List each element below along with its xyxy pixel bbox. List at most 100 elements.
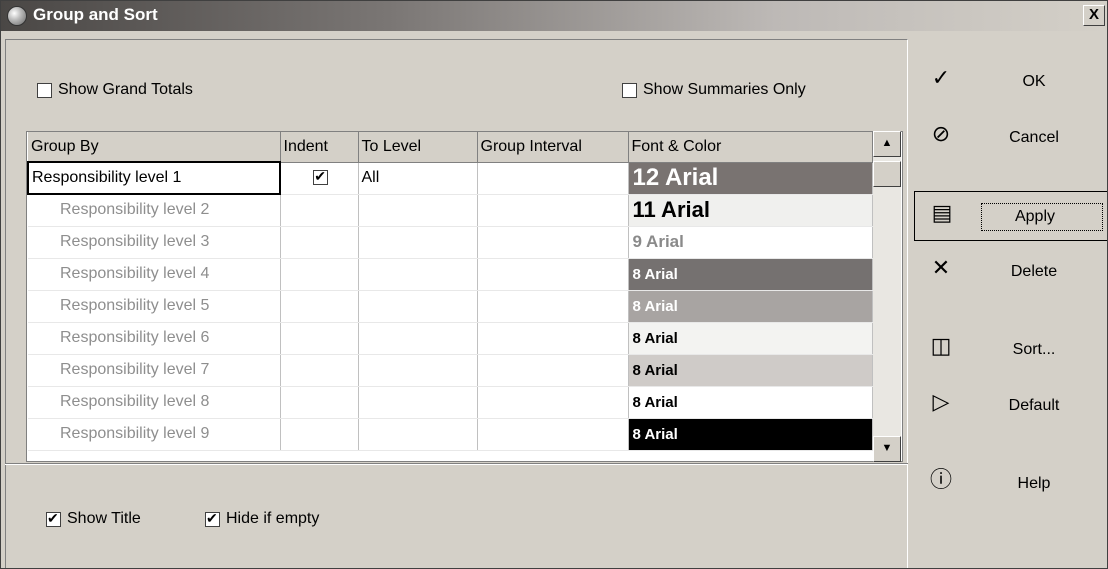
ok-button[interactable]: ✓ OK <box>914 57 1107 107</box>
indent-cell[interactable] <box>280 354 359 387</box>
cancel-button[interactable]: ⊘ Cancel <box>914 113 1107 163</box>
table-row[interactable]: Responsibility level 8 8 Arial <box>28 386 873 419</box>
play-triangle-icon: ▷ <box>932 389 950 414</box>
scroll-thumb[interactable] <box>873 161 901 187</box>
apply-button[interactable]: ▤ Apply <box>914 191 1107 241</box>
cancel-label: Cancel <box>1009 129 1059 146</box>
font-color-cell[interactable]: 9 Arial <box>628 226 873 259</box>
default-button[interactable]: ▷ Default <box>914 381 1107 431</box>
group-interval-cell[interactable] <box>477 258 629 291</box>
table-row[interactable]: Responsibility level 4 8 Arial <box>28 258 873 291</box>
show-title-label: Show Title <box>67 510 141 527</box>
to-level-cell[interactable] <box>358 258 478 291</box>
close-button[interactable]: X <box>1083 5 1105 26</box>
font-color-cell[interactable]: 8 Arial <box>628 258 873 291</box>
sort-label: Sort... <box>1012 341 1056 358</box>
indent-checkbox[interactable] <box>313 168 329 186</box>
delete-button[interactable]: ✕ Delete <box>914 247 1107 297</box>
font-color-cell[interactable]: 8 Arial <box>628 418 873 451</box>
show-summaries-only-checkbox[interactable]: Show Summaries Only <box>622 81 806 99</box>
font-color-cell[interactable]: 11 Arial <box>628 194 873 227</box>
table-row[interactable]: Responsibility level 7 8 Arial <box>28 354 873 387</box>
column-header-indent[interactable]: Indent <box>280 132 359 163</box>
group-interval-cell[interactable] <box>477 194 629 227</box>
checkbox-box[interactable] <box>205 510 220 527</box>
group-by-cell[interactable]: Responsibility level 6 <box>28 322 281 355</box>
help-button[interactable]: ⓘ Help <box>914 459 1107 509</box>
delete-label: Delete <box>1010 263 1058 280</box>
group-by-cell[interactable]: Responsibility level 2 <box>28 194 281 227</box>
indent-cell[interactable] <box>280 194 359 227</box>
checkmark-icon: ✓ <box>931 65 951 90</box>
show-title-checkbox[interactable]: Show Title <box>46 510 141 528</box>
font-color-cell[interactable]: 12 Arial <box>628 162 873 195</box>
to-level-cell[interactable] <box>358 194 478 227</box>
group-interval-cell[interactable] <box>477 322 629 355</box>
group-interval-cell[interactable] <box>477 226 629 259</box>
no-entry-icon: ⊘ <box>931 121 951 146</box>
scroll-down-button[interactable]: ▼ <box>873 436 901 462</box>
to-level-cell[interactable] <box>358 418 478 451</box>
group-and-sort-dialog: Group and Sort X Show Grand Totals Show … <box>0 0 1108 569</box>
column-header-font-color[interactable]: Font & Color <box>628 132 873 163</box>
indent-cell[interactable] <box>280 290 359 323</box>
hide-if-empty-label: Hide if empty <box>226 510 320 527</box>
table-row[interactable]: Responsibility level 5 8 Arial <box>28 290 873 323</box>
scroll-up-button[interactable]: ▲ <box>873 131 901 157</box>
group-grid: Group By Indent To Level Group Interval … <box>26 131 903 462</box>
group-interval-cell[interactable] <box>477 386 629 419</box>
apply-label: Apply <box>1014 208 1056 225</box>
group-interval-cell[interactable] <box>477 418 629 451</box>
table-row[interactable]: Responsibility level 9 8 Arial <box>28 418 873 451</box>
title-bar: Group and Sort X <box>1 1 1107 31</box>
group-by-cell[interactable]: Responsibility level 1 <box>27 161 281 195</box>
column-header-to-level[interactable]: To Level <box>358 132 478 163</box>
group-by-cell[interactable]: Responsibility level 7 <box>28 354 281 387</box>
font-color-cell[interactable]: 8 Arial <box>628 290 873 323</box>
x-icon: ✕ <box>931 255 951 280</box>
to-level-cell[interactable] <box>358 386 478 419</box>
table-row[interactable]: Responsibility level 3 9 Arial <box>28 226 873 259</box>
to-level-cell[interactable] <box>358 354 478 387</box>
table-row[interactable]: Responsibility level 1 All 12 Arial <box>27 161 873 195</box>
table-row[interactable]: Responsibility level 6 8 Arial <box>28 322 873 355</box>
font-color-cell[interactable]: 8 Arial <box>628 354 873 387</box>
checkbox-box[interactable] <box>37 82 52 98</box>
group-by-cell[interactable]: Responsibility level 3 <box>28 226 281 259</box>
show-grand-totals-checkbox[interactable]: Show Grand Totals <box>37 81 193 99</box>
group-by-cell[interactable]: Responsibility level 4 <box>28 258 281 291</box>
column-header-group-by[interactable]: Group By <box>28 132 281 163</box>
hide-if-empty-checkbox[interactable]: Hide if empty <box>205 510 319 528</box>
indent-cell[interactable] <box>280 418 359 451</box>
help-label: Help <box>1017 475 1051 492</box>
default-label: Default <box>1008 397 1060 414</box>
column-header-group-interval[interactable]: Group Interval <box>477 132 629 163</box>
apply-icon: ▤ <box>931 200 953 225</box>
checkbox-box[interactable] <box>46 510 61 527</box>
indent-cell[interactable] <box>280 162 359 195</box>
sort-button[interactable]: ◫ Sort... <box>914 325 1107 375</box>
group-by-cell[interactable]: Responsibility level 5 <box>28 290 281 323</box>
to-level-cell[interactable] <box>358 226 478 259</box>
indent-cell[interactable] <box>280 226 359 259</box>
group-interval-cell[interactable] <box>477 162 629 195</box>
indent-cell[interactable] <box>280 386 359 419</box>
grid-scrollbar[interactable]: ▲ ▼ <box>873 131 901 462</box>
font-color-cell[interactable]: 8 Arial <box>628 322 873 355</box>
to-level-cell[interactable] <box>358 290 478 323</box>
window-title: Group and Sort <box>33 5 158 24</box>
table-row[interactable]: Responsibility level 2 11 Arial <box>28 194 873 227</box>
question-icon: ⓘ <box>930 467 953 492</box>
group-by-cell[interactable]: Responsibility level 9 <box>28 418 281 451</box>
indent-cell[interactable] <box>280 258 359 291</box>
to-level-cell[interactable] <box>358 322 478 355</box>
show-grand-totals-label: Show Grand Totals <box>58 81 193 98</box>
font-color-cell[interactable]: 8 Arial <box>628 386 873 419</box>
to-level-cell[interactable]: All <box>358 162 478 195</box>
grid-header-row: Group By Indent To Level Group Interval … <box>28 132 873 163</box>
group-by-cell[interactable]: Responsibility level 8 <box>28 386 281 419</box>
group-interval-cell[interactable] <box>477 290 629 323</box>
indent-cell[interactable] <box>280 322 359 355</box>
group-interval-cell[interactable] <box>477 354 629 387</box>
checkbox-box[interactable] <box>622 82 637 98</box>
